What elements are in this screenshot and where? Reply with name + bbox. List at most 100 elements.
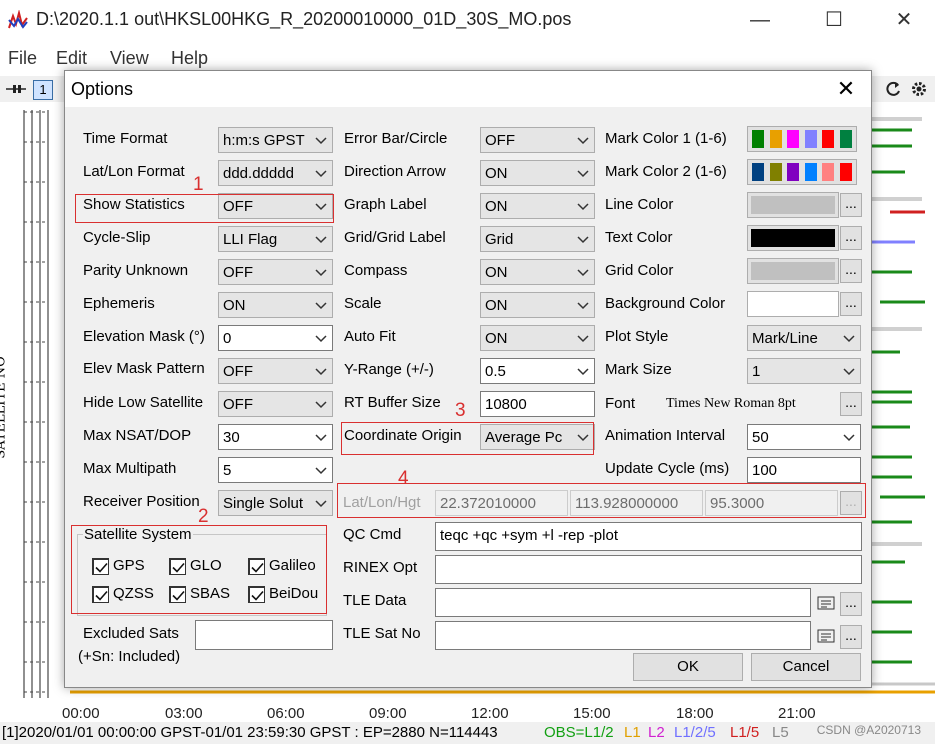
latlon-format-label: Lat/Lon Format bbox=[83, 163, 185, 180]
maximize-button[interactable]: ☐ bbox=[814, 6, 854, 34]
color-swatch[interactable] bbox=[769, 130, 782, 148]
mark-color-1-picker[interactable] bbox=[747, 126, 857, 152]
mark-color-2-label: Mark Color 2 (1-6) bbox=[605, 163, 727, 180]
line-color-browse-button[interactable]: ... bbox=[840, 193, 862, 217]
status-l5-legend: L5 bbox=[772, 724, 789, 741]
line-color-swatch[interactable] bbox=[747, 192, 839, 218]
reload-icon[interactable] bbox=[884, 80, 902, 98]
menu-view[interactable]: View bbox=[110, 48, 149, 69]
qc-cmd-input[interactable]: teqc +qc +sym +l -rep -plot bbox=[435, 522, 862, 551]
annotation-number-4: 4 bbox=[398, 468, 409, 489]
menu-file[interactable]: File bbox=[8, 48, 37, 69]
graph-label-label: Graph Label bbox=[344, 196, 427, 213]
auto-fit-select[interactable]: ON bbox=[480, 325, 595, 351]
max-nsat-dop-select[interactable]: 30 bbox=[218, 424, 333, 450]
compass-label: Compass bbox=[344, 262, 408, 279]
color-swatch[interactable] bbox=[804, 130, 817, 148]
color-swatch[interactable] bbox=[787, 130, 799, 148]
color-swatch[interactable] bbox=[822, 163, 834, 181]
gear-icon[interactable] bbox=[910, 80, 928, 98]
color-swatch[interactable] bbox=[787, 163, 799, 181]
update-cycle-value: 100 bbox=[752, 462, 778, 479]
status-bar: [1]2020/01/01 00:00:00 GPST-01/01 23:59:… bbox=[0, 722, 935, 744]
color-swatch[interactable] bbox=[839, 163, 852, 181]
minimize-button[interactable]: — bbox=[740, 6, 780, 34]
color-swatch[interactable] bbox=[752, 130, 764, 148]
animation-interval-value: 50 bbox=[752, 429, 769, 446]
text-color-browse-button[interactable]: ... bbox=[840, 226, 862, 250]
background-color-label: Background Color bbox=[605, 295, 726, 312]
latlon-format-select[interactable]: ddd.ddddd bbox=[218, 160, 333, 186]
rt-buffer-size-input[interactable]: 10800 bbox=[480, 391, 595, 417]
hide-low-satellite-value: OFF bbox=[223, 396, 253, 413]
font-browse-button[interactable]: ... bbox=[840, 392, 862, 416]
plot-style-select[interactable]: Mark/Line bbox=[747, 325, 861, 351]
zoom-fit-icon[interactable] bbox=[6, 82, 26, 94]
text-color-swatch[interactable] bbox=[747, 225, 839, 251]
cancel-button[interactable]: Cancel bbox=[751, 653, 861, 681]
ephemeris-select[interactable]: ON bbox=[218, 292, 333, 318]
page-number-button[interactable]: 1 bbox=[33, 80, 53, 100]
cycle-slip-label: Cycle-Slip bbox=[83, 229, 151, 246]
rinex-opt-input[interactable] bbox=[435, 555, 862, 584]
y-range-select[interactable]: 0.5 bbox=[480, 358, 595, 384]
time-format-select[interactable]: h:m:s GPST bbox=[218, 127, 333, 153]
background-color-swatch[interactable] bbox=[747, 291, 839, 317]
ok-button[interactable]: OK bbox=[633, 653, 743, 681]
animation-interval-select[interactable]: 50 bbox=[747, 424, 861, 450]
excluded-sats-input[interactable] bbox=[195, 620, 333, 650]
excluded-sats-hint: (+Sn: Included) bbox=[78, 648, 181, 665]
x-tick-label: 18:00 bbox=[676, 705, 714, 722]
tle-data-view-icon[interactable] bbox=[817, 596, 835, 610]
max-multipath-select[interactable]: 5 bbox=[218, 457, 333, 483]
compass-select[interactable]: ON bbox=[480, 259, 595, 285]
tle-sat-no-input[interactable] bbox=[435, 621, 811, 650]
max-nsat-dop-value: 30 bbox=[223, 429, 240, 446]
background-color-browse-button[interactable]: ... bbox=[840, 292, 862, 316]
parity-unknown-select[interactable]: OFF bbox=[218, 259, 333, 285]
color-swatch[interactable] bbox=[822, 130, 834, 148]
tle-sat-no-browse-button[interactable]: ... bbox=[840, 625, 862, 649]
color-swatch[interactable] bbox=[839, 130, 852, 148]
error-bar-select[interactable]: OFF bbox=[480, 127, 595, 153]
chevron-down-icon bbox=[315, 170, 327, 178]
menu-edit[interactable]: Edit bbox=[56, 48, 87, 69]
color-swatch[interactable] bbox=[752, 163, 764, 181]
elev-mask-pattern-select[interactable]: OFF bbox=[218, 358, 333, 384]
annotation-number-2: 2 bbox=[198, 506, 209, 527]
tle-data-browse-button[interactable]: ... bbox=[840, 592, 862, 616]
elev-mask-pattern-label: Elev Mask Pattern bbox=[83, 360, 205, 377]
mark-size-select[interactable]: 1 bbox=[747, 358, 861, 384]
receiver-position-label: Receiver Position bbox=[83, 493, 200, 510]
time-format-label: Time Format bbox=[83, 130, 168, 147]
tle-data-input[interactable] bbox=[435, 588, 811, 617]
grid-color-browse-button[interactable]: ... bbox=[840, 259, 862, 283]
graph-label-select[interactable]: ON bbox=[480, 193, 595, 219]
grid-color-label: Grid Color bbox=[605, 262, 674, 279]
text-color-fill bbox=[751, 229, 835, 247]
scale-select[interactable]: ON bbox=[480, 292, 595, 318]
direction-arrow-select[interactable]: ON bbox=[480, 160, 595, 186]
receiver-position-select[interactable]: Single Solut bbox=[218, 490, 333, 516]
window-close-button[interactable]: ✕ bbox=[884, 6, 924, 34]
update-cycle-input[interactable]: 100 bbox=[747, 457, 861, 483]
dialog-close-button[interactable]: ✕ bbox=[831, 75, 861, 103]
menu-help[interactable]: Help bbox=[171, 48, 208, 69]
elevation-mask-select[interactable]: 0 bbox=[218, 325, 333, 351]
qc-cmd-value: teqc +qc +sym +l -rep -plot bbox=[440, 527, 618, 544]
chevron-down-icon bbox=[315, 368, 327, 376]
annotation-box-4 bbox=[337, 483, 866, 518]
font-value: Times New Roman 8pt bbox=[666, 396, 796, 411]
hide-low-satellite-select[interactable]: OFF bbox=[218, 391, 333, 417]
grid-color-swatch[interactable] bbox=[747, 258, 839, 284]
mark-color-2-picker[interactable] bbox=[747, 159, 857, 185]
grid-label-value: Grid bbox=[485, 231, 514, 248]
grid-label-select[interactable]: Grid bbox=[480, 226, 595, 252]
dialog-titlebar bbox=[65, 71, 871, 107]
max-multipath-value: 5 bbox=[223, 462, 232, 479]
cycle-slip-select[interactable]: LLI Flag bbox=[218, 226, 333, 252]
tle-sat-no-view-icon[interactable] bbox=[817, 629, 835, 643]
auto-fit-label: Auto Fit bbox=[344, 328, 396, 345]
color-swatch[interactable] bbox=[769, 163, 782, 181]
color-swatch[interactable] bbox=[804, 163, 817, 181]
